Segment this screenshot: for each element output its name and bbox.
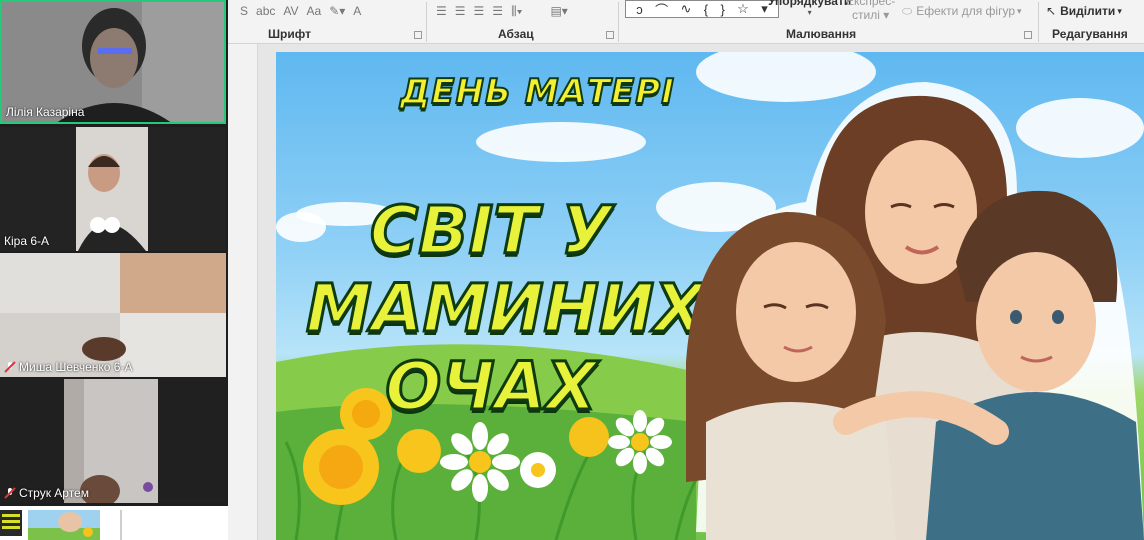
font-dialog-launcher[interactable] [414,31,422,39]
align-center-button[interactable]: ☰ [451,1,470,21]
divider [1038,2,1039,42]
quick-styles-button[interactable]: Експрес- стилі ▾ [846,0,895,24]
quick-styles-line2: стилі ▾ [852,8,890,22]
font-group-label: Шрифт [268,27,311,41]
align-right-button[interactable]: ☰ [470,1,489,21]
muted-microphone-icon [4,487,16,499]
slide-thumbnails [0,510,122,540]
select-label: Виділити [1060,4,1116,18]
shape-brace-left-icon[interactable]: { [704,2,708,17]
daisy-flower [520,452,556,488]
arrange-button[interactable]: Упорядкувати ▾ [768,0,851,24]
slide-thumbnail-column[interactable] [228,44,258,540]
shape-brace-right-icon[interactable]: } [720,2,724,17]
drawing-dialog-launcher[interactable] [1024,31,1032,39]
shape-star-icon[interactable]: ☆ [737,1,749,17]
text-direction-button[interactable]: ▤▾ [546,1,571,21]
participant-tile[interactable]: Лілія Казаріна [0,0,226,124]
participant-name: Струк Артем [4,486,89,500]
slide-thumbnail-strip [0,506,228,540]
shape-curve-icon[interactable]: ↄ [636,2,643,17]
font-color-button[interactable]: A [349,1,365,21]
columns-button[interactable]: ⫼▾ [507,1,526,21]
slide-title: СВІТ У МАМИНИХ ОЧАХ [305,191,707,427]
cursor-arrow-icon: ↖ [1046,4,1057,18]
participant-tile[interactable]: Кіра 6-А [0,127,226,251]
participant-name: Лілія Казаріна [6,105,85,119]
shape-effects-label: Ефекти для фігур [916,4,1016,18]
font-tools-row: S abc AV Aa ✎▾ A [236,0,365,22]
shapes-gallery[interactable]: ↄ ⌒ ∿ { } ☆ ▾ [625,0,779,18]
align-left-button[interactable]: ☰ [432,1,451,21]
participant-name-text: Миша Шевченко 6-А [19,360,133,374]
char-spacing-button[interactable]: AV [279,1,302,21]
participant-name: Кіра 6-А [4,234,50,248]
participant-tile[interactable]: Струк Артем [0,379,226,503]
video-participants-panel: Лілія Казаріна Кіра 6-А Миша Шевченко 6-… [0,0,228,506]
shape-wave-icon[interactable]: ∿ [680,1,691,17]
participant-video [0,379,226,503]
slide-title-line-1: СВІТ У [368,191,613,271]
shape-arc-icon[interactable]: ⌒ [655,0,668,19]
daisy-flower [440,422,520,502]
paragraph-group-label: Абзац [498,27,534,41]
divider [618,2,619,42]
justify-button[interactable]: ☰ [488,1,507,21]
slide-subtitle: ДЕНЬ МАТЕРІ [399,71,675,113]
slide-canvas[interactable]: ДЕНЬ МАТЕРІ СВІТ У МАМИНИХ ОЧАХ [276,52,1144,540]
slide-title-line-3: ОЧАХ [384,347,598,427]
shape-effects-button[interactable]: ⬭ Ефекти для фігур ▾ [902,0,1022,22]
drawing-group-label: Малювання [786,27,857,41]
participant-video [0,127,226,251]
dandelion-flower [397,429,441,473]
slide-title-line-2: МАМИНИХ [305,269,707,349]
ribbon-toolbar: S abc AV Aa ✎▾ A ☰ ☰ ☰ ☰ ⫼▾ ▤▾ ↄ ⌒ ∿ { }… [228,0,1144,44]
arrange-label: Упорядкувати [768,0,852,8]
muted-microphone-icon [4,361,16,373]
shape-effects-dropdown-icon: ▾ [1017,5,1022,16]
change-case-button[interactable]: Aa [303,1,326,21]
participant-video [0,253,226,377]
participant-name: Миша Шевченко 6-А [4,360,132,374]
app-window: S abc AV Aa ✎▾ A ☰ ☰ ☰ ☰ ⫼▾ ▤▾ ↄ ⌒ ∿ { }… [0,0,1144,540]
strikethrough-button[interactable]: S [236,1,252,21]
paragraph-tools-row: ☰ ☰ ☰ ☰ ⫼▾ ▤▾ [432,0,572,22]
select-dropdown-icon: ▾ [1117,5,1122,16]
quick-styles-label: Експрес- [846,0,896,8]
shapes-more-icon[interactable]: ▾ [761,1,768,17]
select-button[interactable]: ↖ Виділити ▾ [1046,0,1122,22]
arrange-dropdown-icon: ▾ [807,8,812,17]
mother-children-illustration [686,82,1144,540]
divider [426,2,427,42]
editing-group-label: Редагування [1052,27,1128,41]
highlight-button[interactable]: ✎▾ [325,1,349,21]
paragraph-dialog-launcher[interactable] [606,31,614,39]
participant-tile[interactable]: Миша Шевченко 6-А [0,253,226,377]
quick-styles-line2-text: стилі [852,8,880,22]
cloud [476,122,646,162]
shape-effects-icon: ⬭ [902,3,913,18]
participant-name-text: Струк Артем [19,486,89,500]
abc-strike-button[interactable]: abc [252,1,279,21]
